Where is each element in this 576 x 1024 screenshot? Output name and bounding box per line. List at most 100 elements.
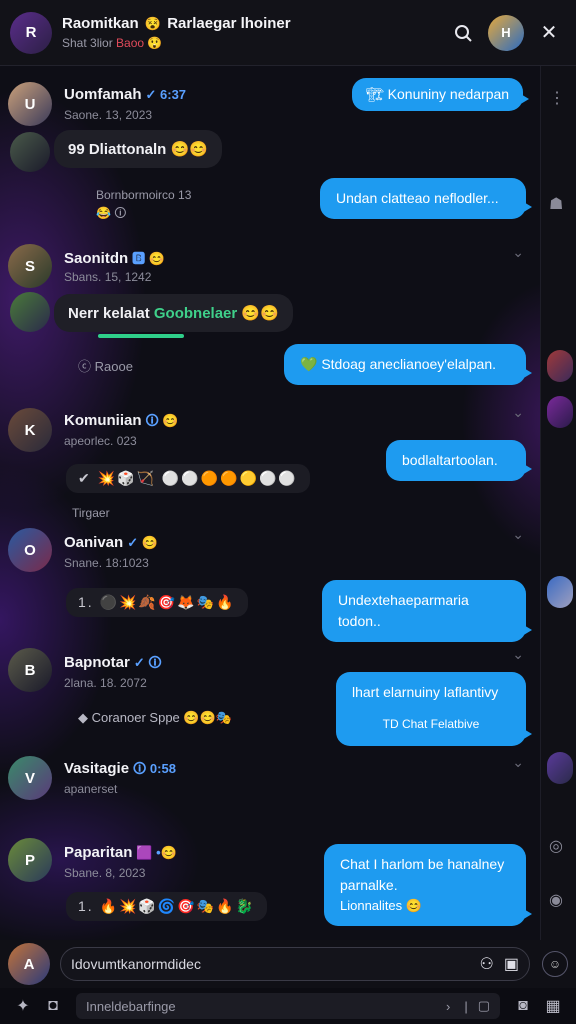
camera-icon[interactable]: ◘: [38, 997, 68, 1015]
header-text: Raomitkan 😵 Rarlaegar lhoiner Shat 3lior…: [62, 15, 438, 50]
bottom-toolbar: ✦ ◘ Inneldebarfinge › | ▢ ◙ ▦: [0, 988, 576, 1024]
chat-subtitle: Shat 3lior Baoo 😲: [62, 36, 438, 50]
rail-avatar-2[interactable]: [547, 396, 573, 428]
sender-name-text: Paparitan: [64, 844, 133, 861]
secondary-input[interactable]: Inneldebarfinge › | ▢: [76, 993, 500, 1019]
message-group: ⌄ K Komuniian 🛈 😊 apeorlec. 023 ✔ 💥🎲🏹 ⚪⚪🟠…: [0, 404, 540, 520]
outgoing-text-line2: parnalke.: [340, 877, 398, 893]
timestamp: 2lana. 18. 2072: [64, 676, 147, 690]
timestamp: apeorlec. 023: [64, 434, 137, 448]
chat-title-text: Raomitkan: [62, 15, 139, 32]
sender-avatar[interactable]: K: [8, 408, 52, 452]
gif-icon[interactable]: ⚇: [480, 954, 494, 974]
reply-note[interactable]: ⓒ Raooe: [78, 356, 133, 375]
sender-name[interactable]: Oanivan ✓ 😊: [64, 534, 158, 551]
message-group: P Paparitan 🟪 •😊 Sbane. 8, 2023 1. 🔥💥🎲🌀🎯🎭…: [0, 836, 540, 940]
sender-name-text: Uomfamah: [64, 86, 142, 103]
message-group: ⌄ V Vasitagie 🛈 0:58 apanerset: [0, 754, 540, 814]
sender-name-text: Saonitdn: [64, 250, 129, 267]
sender-name[interactable]: Vasitagie 🛈 0:58: [64, 760, 176, 782]
reply-note[interactable]: ◆ Coranoer Sppe 😊😊🎭: [78, 710, 232, 726]
rail-avatar-1[interactable]: [547, 350, 573, 382]
chevron-right-icon[interactable]: ›: [446, 999, 450, 1014]
chevron-down-icon[interactable]: ⌄: [512, 526, 524, 543]
rail-avatar-4[interactable]: [547, 752, 573, 784]
search-icon[interactable]: [446, 16, 480, 50]
chevron-down-icon[interactable]: ⌄: [512, 404, 524, 421]
chevron-down-icon[interactable]: ⌄: [512, 646, 524, 663]
sender-name-text: Oanivan: [64, 534, 124, 551]
verified-badge: ✓ 6:37: [145, 87, 187, 102]
sender-name[interactable]: Bapnotar ✓ 🛈: [64, 654, 162, 676]
compass-icon[interactable]: ✦: [8, 996, 38, 1016]
reply-note: Bornbormoirco 13: [96, 188, 192, 202]
attach-icon[interactable]: ▣: [504, 954, 519, 974]
subtitle-emoji: 😲: [147, 36, 163, 50]
outgoing-bubble[interactable]: Undextehaeparmaria todon..: [322, 580, 532, 642]
incoming-bubble[interactable]: 99 Dliattonaln 😊😊: [54, 130, 222, 168]
rail-avatar-3[interactable]: [547, 576, 573, 608]
message-group: ⌄ S Saonitdn 🅱 😊 Sbans. 15, 1242 Nerr kel…: [0, 238, 540, 398]
group-avatar[interactable]: R: [10, 11, 52, 54]
right-rail: ⋮ ☗ ◎ ◉: [540, 66, 576, 940]
message-input-wrap: ⚇ ▣: [60, 947, 530, 981]
sender-avatar[interactable]: [10, 292, 50, 332]
sender-name[interactable]: Saonitdn 🅱 😊: [64, 248, 165, 267]
reply-icon: ⓒ: [78, 359, 92, 374]
chat-header: R Raomitkan 😵 Rarlaegar lhoiner Shat 3li…: [0, 0, 576, 66]
chevron-down-icon[interactable]: ⌄: [512, 754, 524, 771]
incoming-emoji: 😊😊: [241, 305, 279, 322]
status-badge: ✓ 🛈: [133, 655, 162, 670]
outgoing-text-line3: Lionnalites 😊: [340, 898, 422, 913]
sender-name[interactable]: Uomfamah ✓ 6:37: [64, 86, 186, 103]
robot-icon[interactable]: ☗: [549, 194, 563, 214]
sticker-icon[interactable]: ▢: [478, 998, 490, 1014]
sender-name-text: Komuniian: [64, 412, 142, 429]
timestamp: Saone. 13, 2023: [64, 108, 153, 122]
sender-avatar[interactable]: U: [8, 82, 52, 126]
progress-bar: [98, 334, 184, 338]
sender-avatar[interactable]: B: [8, 648, 52, 692]
message-feed[interactable]: 🏗 Konuniny nedarpan U Uomfamah ✓ 6:37 Sao…: [0, 66, 540, 940]
incoming-text: Nerr kelalat: [68, 305, 150, 322]
sender-name[interactable]: Paparitan 🟪 •😊: [64, 844, 177, 861]
sender-avatar[interactable]: O: [8, 528, 52, 572]
reaction-row[interactable]: 1. 🔥💥🎲🌀🎯🎭🔥🐉: [66, 892, 268, 921]
emoji-button[interactable]: ☺: [542, 951, 568, 977]
incoming-bubble[interactable]: Nerr kelalat Goobnelaer 😊😊: [54, 294, 293, 332]
reaction-row[interactable]: 1. ⚫💥🍂🎯🦊🎭🔥: [66, 588, 248, 617]
status-badge: 🅱 😊: [132, 251, 165, 266]
sender-avatar[interactable]: [10, 132, 50, 172]
chevron-down-icon[interactable]: ⌄: [512, 244, 524, 261]
reaction-row[interactable]: ✔ 💥🎲🏹 ⚪⚪🟠🟠🟡⚪⚪: [66, 464, 310, 493]
outgoing-bubble[interactable]: 🏗 Konuniny nedarpan: [352, 78, 530, 111]
sender-name-text: Vasitagie: [64, 760, 130, 777]
my-avatar[interactable]: A: [8, 943, 50, 985]
chat-title-suffix: Rarlaegar lhoiner: [167, 15, 291, 32]
message-group: ⌄ B Bapnotar ✓ 🛈 2lana. 18. 2072 ◆ Corano…: [0, 646, 540, 756]
sender-name[interactable]: Komuniian 🛈 😊: [64, 412, 179, 434]
message-input[interactable]: [71, 956, 470, 972]
chat-title[interactable]: Raomitkan 😵 Rarlaegar lhoiner: [62, 15, 438, 32]
reply-note-emoji: 😊😊🎭: [183, 710, 232, 725]
close-icon[interactable]: ✕: [532, 16, 566, 50]
outgoing-text: Chat I harlom be hanalney: [340, 856, 505, 872]
profile-avatar[interactable]: H: [488, 14, 524, 51]
timestamp: Snane. 18:1023: [64, 556, 149, 570]
outgoing-bubble[interactable]: lhart elarnuiny laflantivy TD Chat Felat…: [336, 672, 532, 746]
outgoing-bubble[interactable]: Undan clatteao neflodler...: [320, 178, 532, 219]
camera-icon[interactable]: ◉: [549, 890, 563, 910]
grid-icon[interactable]: ▦: [538, 996, 568, 1016]
outgoing-subtext: TD Chat Felatbive: [382, 717, 480, 731]
timestamp: Sbans. 15, 1242: [64, 270, 152, 284]
photo-icon[interactable]: ◙: [508, 997, 538, 1015]
outgoing-bubble[interactable]: bodlaltartoolan.: [386, 440, 532, 481]
sender-avatar[interactable]: P: [8, 838, 52, 882]
sender-avatar[interactable]: S: [8, 244, 52, 288]
more-options-icon[interactable]: ⋮: [549, 88, 565, 108]
whatsapp-icon[interactable]: ◎: [549, 836, 563, 856]
outgoing-bubble[interactable]: 💚 Stdoag aneclianoey'elalpan.: [284, 344, 532, 385]
outgoing-bubble[interactable]: Chat I harlom be hanalney parnalke. Lion…: [324, 844, 532, 926]
sender-avatar[interactable]: V: [8, 756, 52, 800]
timestamp: Sbane. 8, 2023: [64, 866, 146, 880]
